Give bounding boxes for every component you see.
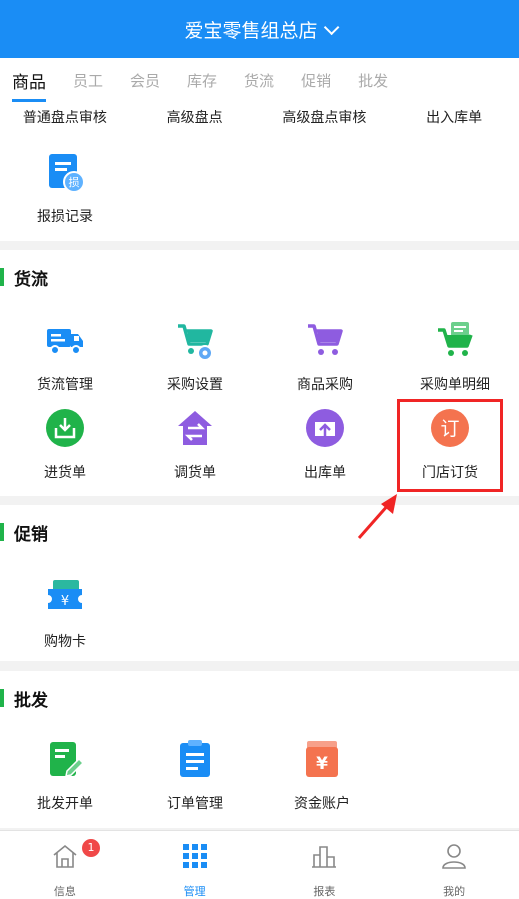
purchase-detail-item[interactable]: 采购单明细 [390,320,519,394]
damage-glyph: 损 [69,175,80,189]
damage-record-item[interactable]: 损 报损记录 [0,152,130,226]
clipboard-icon [180,740,210,777]
purchase-settings-item[interactable]: 采购设置 [130,320,260,394]
fund-glyph: ¥ [316,754,328,774]
outbox-icon [306,409,344,447]
goods-purchase-item[interactable]: 商品采购 [260,320,390,394]
outbound-order-item[interactable]: 出库单 [260,408,390,482]
section-title-goods-flow: 货流 [0,266,48,290]
promotion-section: 促销 ¥ 购物卡 [0,505,519,661]
pointer-arrow-icon [357,494,397,539]
in-out-stock-order[interactable]: 出入库单 [389,102,519,134]
store-title: 爱宝零售组总店 [184,19,318,42]
damage-report-icon: 损 [49,154,85,193]
order-manage-label: 订单管理 [167,796,223,812]
user-icon [442,844,466,869]
nav-profile[interactable]: 我的 [389,831,519,899]
wholesale-section: 批发 批发开单 订单管理 ¥ 资金账户 [0,671,519,828]
goods-flow-manage-item[interactable]: 货流管理 [0,320,130,394]
transfer-order-label: 调货单 [174,465,216,481]
cart-list-icon [438,322,473,356]
outbound-order-label: 出库单 [304,465,346,481]
nav-manage-label: 管理 [183,885,206,898]
cart-icon [308,324,343,355]
bottom-nav: 1 信息 管理 报表 我的 [0,830,519,899]
cart-gear-icon [178,324,213,361]
section-title-promotion: 促销 [0,521,48,545]
shopping-card-icon: ¥ [48,580,82,609]
tab-goods[interactable]: 商品 [12,58,46,102]
fund-account-item[interactable]: ¥ 资金账户 [257,739,387,813]
unread-badge: 1 [80,837,102,859]
fund-box-icon: ¥ [306,741,338,777]
order-manage-item[interactable]: 订单管理 [130,739,260,813]
section-title-wholesale: 批发 [0,687,48,711]
tab-members[interactable]: 会员 [130,58,160,102]
nav-profile-label: 我的 [443,885,466,898]
card-glyph: ¥ [61,594,69,609]
advanced-count-review[interactable]: 高级盘点审核 [260,102,390,134]
nav-reports-label: 报表 [313,885,336,898]
transfer-house-icon [178,411,212,445]
tab-promotion[interactable]: 促销 [301,58,331,102]
wholesale-billing-item[interactable]: 批发开单 [0,739,130,813]
nav-manage[interactable]: 管理 [130,831,260,899]
chevron-down-icon [323,19,339,35]
highlight-box [397,399,503,492]
edit-doc-icon [50,742,85,777]
purchase-detail-label: 采购单明细 [420,377,490,393]
fund-account-label: 资金账户 [294,796,350,812]
grid-icon [182,844,207,868]
goods-flow-manage-label: 货流管理 [37,377,93,393]
receiving-order-label: 进货单 [44,465,86,481]
home-icon [53,844,77,868]
purchase-settings-label: 采购设置 [167,377,223,393]
inventory-panel: 普通盘点审核 高级盘点 高级盘点审核 出入库单 损 报损记录 [0,102,519,241]
tab-wholesale[interactable]: 批发 [358,58,388,102]
inbox-down-icon [46,409,84,447]
nav-reports[interactable]: 报表 [260,831,390,899]
wholesale-billing-label: 批发开单 [37,796,93,812]
shopping-card-item[interactable]: ¥ 购物卡 [0,577,130,651]
nav-messages-label: 信息 [53,885,76,898]
advanced-count[interactable]: 高级盘点 [130,102,260,134]
truck-icon [47,329,83,355]
category-tabs: 商品 员工 会员 库存 货流 促销 批发 [0,58,519,102]
goods-purchase-label: 商品采购 [297,377,353,393]
tab-inventory[interactable]: 库存 [187,58,217,102]
tab-staff[interactable]: 员工 [73,58,103,102]
damage-record-label: 报损记录 [37,209,93,225]
regular-count-review[interactable]: 普通盘点审核 [0,102,130,134]
store-selector[interactable]: 爱宝零售组总店 [0,0,519,58]
transfer-order-item[interactable]: 调货单 [130,408,260,482]
shopping-card-label: 购物卡 [44,634,86,650]
receiving-order-item[interactable]: 进货单 [0,408,130,482]
nav-messages[interactable]: 1 信息 [0,831,130,899]
tab-goods-flow[interactable]: 货流 [244,58,274,102]
bar-chart-icon [312,846,337,868]
